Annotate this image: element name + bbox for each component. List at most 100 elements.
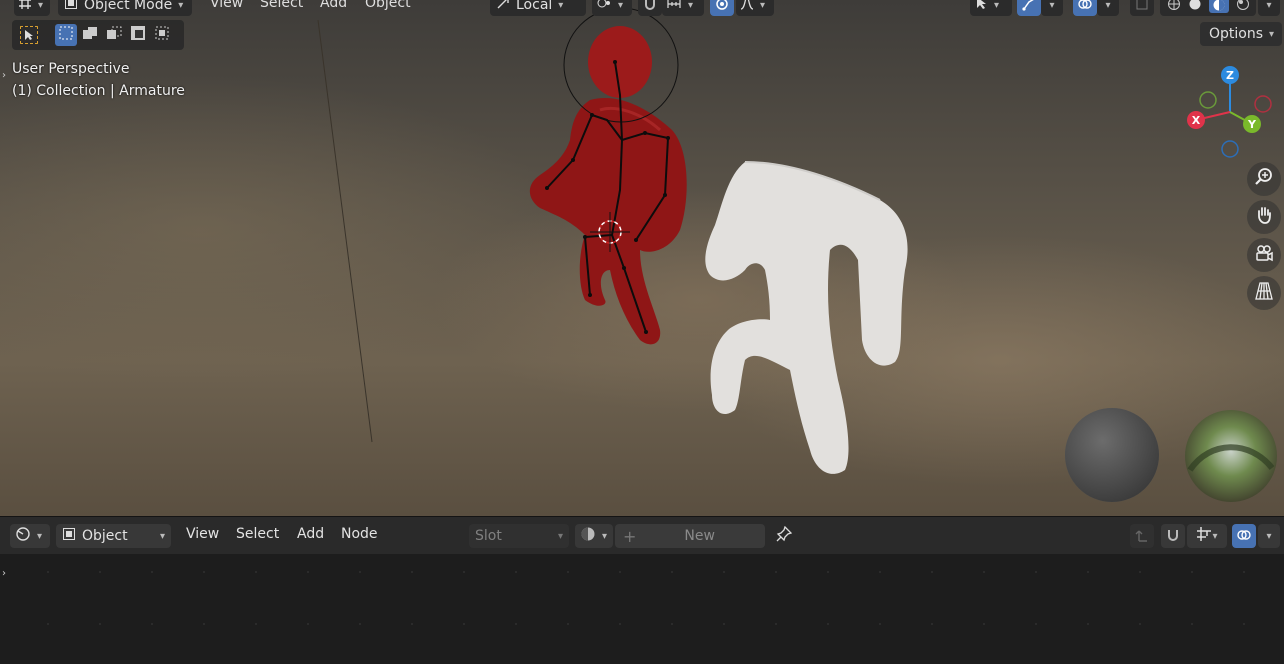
overlays-dropdown[interactable]: ▾ — [1258, 524, 1280, 548]
shader-type-label: Object — [82, 528, 128, 544]
orientation-icon — [496, 0, 510, 14]
chevron-down-icon: ▾ — [38, 0, 44, 11]
zoom-view-button[interactable] — [1247, 162, 1281, 196]
xray-icon — [1135, 0, 1149, 15]
select-tool-button[interactable] — [18, 24, 40, 46]
overlays-toggle[interactable] — [1073, 0, 1097, 16]
plus-icon: + — [623, 526, 637, 546]
parent-node-tree-button[interactable] — [1130, 524, 1154, 548]
overlays-icon — [1078, 0, 1092, 15]
camera-view-button[interactable] — [1247, 238, 1281, 272]
shader-type-dropdown[interactable]: Object ▾ — [56, 524, 171, 548]
magnet-icon — [643, 0, 657, 15]
gizmo-x-label: X — [1192, 114, 1201, 127]
chevron-down-icon: ▾ — [1269, 28, 1275, 40]
falloff-dropdown[interactable]: ▾ — [736, 0, 774, 16]
scene-line — [317, 19, 373, 443]
gizmo-z-label: Z — [1226, 69, 1234, 82]
viewport-header: ▾ Object Mode ▾ View Select Add Object L… — [0, 0, 1284, 16]
chevron-down-icon: ▾ — [159, 530, 165, 542]
gizmo-neg-y-axis[interactable] — [1199, 91, 1217, 109]
cursor-icon — [974, 0, 988, 14]
chevron-down-icon: ▾ — [1266, 0, 1272, 11]
gizmo-neg-z-axis[interactable] — [1221, 140, 1239, 158]
material-browse-dropdown[interactable]: ▾ — [575, 524, 613, 548]
select-box-mode-extend[interactable] — [79, 24, 101, 46]
proportional-editing-icon — [715, 0, 729, 15]
select-extend-icon — [82, 25, 98, 45]
navigation-gizmo[interactable]: Z X Y — [1182, 62, 1282, 162]
hand-icon — [1254, 205, 1274, 229]
sidebar-expand-icon[interactable]: › — [2, 568, 6, 579]
proportional-editing-toggle[interactable] — [710, 0, 734, 16]
snap-toggle[interactable] — [1161, 524, 1185, 548]
chevron-down-icon: ▾ — [1049, 0, 1055, 11]
shader-editor-header: ▾ Object ▾ View Select Add Node Slot ▾ ▾… — [0, 516, 1284, 554]
shader-editor-icon — [15, 526, 31, 546]
mode-dropdown[interactable]: Object Mode ▾ — [58, 0, 192, 16]
rendered-shading-icon[interactable] — [1236, 0, 1250, 15]
select-subtract-icon — [106, 25, 122, 45]
select-box-mode-new[interactable] — [55, 24, 77, 46]
options-dropdown[interactable]: Options ▾ — [1200, 22, 1282, 46]
selectability-dropdown[interactable]: ▾ — [970, 0, 1012, 16]
menu-view[interactable]: View — [186, 526, 219, 542]
gizmo-y-label: Y — [1247, 118, 1257, 131]
gizmo-dropdown[interactable]: ▾ — [1041, 0, 1063, 16]
overlays-dropdown[interactable]: ▾ — [1097, 0, 1119, 16]
snap-grid-icon — [1196, 526, 1212, 546]
shading-dropdown[interactable]: ▾ — [1258, 0, 1280, 16]
grid-icon — [18, 0, 32, 14]
solid-shading-icon[interactable] — [1188, 0, 1202, 15]
menu-add[interactable]: Add — [320, 0, 347, 11]
menu-select[interactable]: Select — [236, 526, 279, 542]
pan-view-button[interactable] — [1247, 200, 1281, 234]
pivot-point-dropdown[interactable]: ▾ — [592, 0, 632, 16]
chevron-down-icon: ▾ — [994, 0, 1000, 11]
menu-node[interactable]: Node — [341, 526, 378, 542]
transform-orientation-dropdown[interactable]: Local ▾ — [490, 0, 586, 16]
pin-icon — [776, 525, 793, 546]
material-sphere-icon — [580, 526, 596, 546]
grid-perspective-icon — [1254, 281, 1274, 305]
select-box-mode-invert[interactable] — [127, 24, 149, 46]
menu-select[interactable]: Select — [260, 0, 303, 11]
tool-settings-bar — [12, 20, 184, 50]
snap-target-dropdown[interactable]: ▾ — [662, 0, 704, 16]
viewport-perspective-label: User Perspective — [12, 61, 130, 77]
xray-toggle[interactable] — [1130, 0, 1154, 16]
white-figure[interactable] — [705, 161, 908, 474]
scene-canvas — [317, 7, 1277, 502]
perspective-toggle-button[interactable] — [1247, 276, 1281, 310]
pin-button[interactable] — [771, 524, 797, 548]
menu-add[interactable]: Add — [297, 526, 324, 542]
snap-target-dropdown[interactable]: ▾ — [1187, 524, 1227, 548]
menu-view[interactable]: View — [210, 0, 243, 11]
node-editor-canvas[interactable]: › — [0, 554, 1284, 664]
3d-viewport[interactable]: ▾ Object Mode ▾ View Select Add Object L… — [0, 0, 1284, 516]
red-armature-figure[interactable] — [529, 7, 687, 345]
gizmo-neg-x-axis[interactable] — [1254, 95, 1272, 113]
slot-label: Slot — [475, 528, 502, 544]
overlays-toggle[interactable] — [1232, 524, 1256, 548]
new-material-button[interactable]: + New — [615, 524, 765, 548]
object-mode-icon — [64, 0, 78, 14]
select-box-mode-intersect[interactable] — [151, 24, 173, 46]
editor-type-dropdown[interactable]: ▾ — [10, 524, 50, 548]
overlays-icon — [1237, 527, 1251, 546]
gizmo-toggle[interactable] — [1017, 0, 1041, 16]
falloff-curve-icon — [740, 0, 754, 14]
chevron-down-icon: ▾ — [1212, 530, 1218, 542]
chevron-down-icon: ▾ — [558, 0, 564, 11]
wireframe-shading-icon[interactable] — [1167, 0, 1181, 15]
snap-toggle[interactable] — [638, 0, 662, 16]
toolbar-expand-icon[interactable]: › — [2, 70, 6, 81]
select-box-mode-subtract[interactable] — [103, 24, 125, 46]
menu-object[interactable]: Object — [365, 0, 411, 11]
orientation-label: Local — [516, 0, 553, 13]
material-preview-shading-icon[interactable] — [1208, 0, 1229, 13]
editor-type-dropdown[interactable]: ▾ — [14, 0, 50, 16]
viewport-collection-label: (1) Collection | Armature — [12, 83, 185, 99]
slot-dropdown[interactable]: Slot ▾ — [469, 524, 569, 548]
chevron-down-icon: ▾ — [178, 0, 184, 11]
